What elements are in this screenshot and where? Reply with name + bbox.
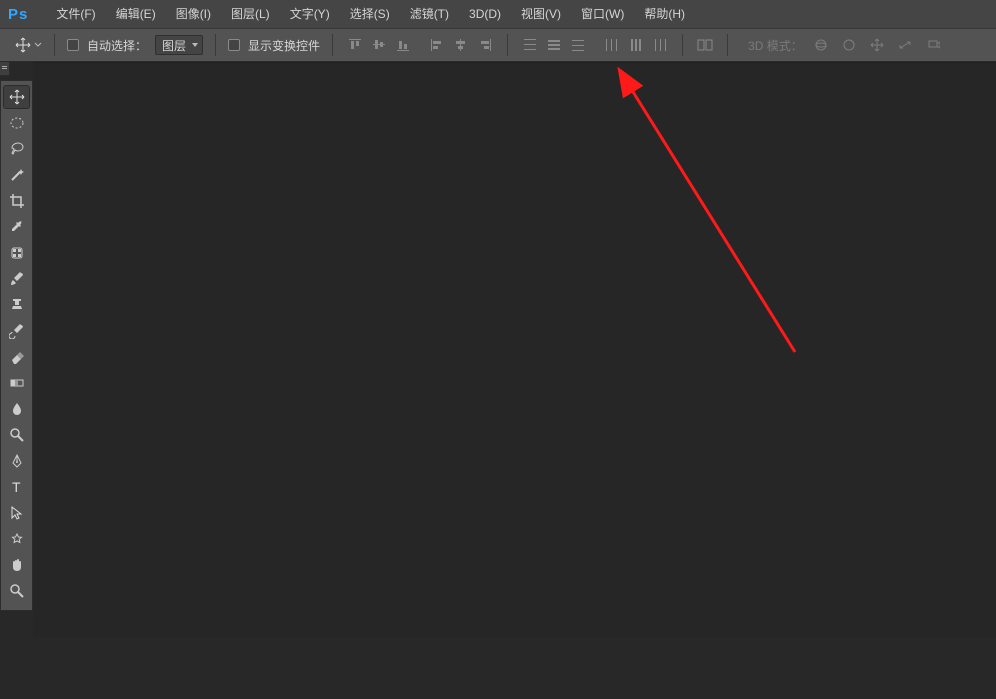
dist-vcenter-icon[interactable] xyxy=(544,35,564,55)
auto-align-icon[interactable] xyxy=(695,35,715,55)
dodge-tool[interactable] xyxy=(3,423,30,447)
distribute-group-2 xyxy=(602,35,670,55)
gradient-tool[interactable] xyxy=(3,371,30,395)
clone-stamp-tool[interactable] xyxy=(3,293,30,317)
dist-top-icon[interactable] xyxy=(520,35,540,55)
auto-select-label: 自动选择： xyxy=(87,37,147,54)
menu-image[interactable]: 图像(I) xyxy=(166,0,221,28)
menu-type[interactable]: 文字(Y) xyxy=(280,0,340,28)
3d-mode-group: 3D 模式： xyxy=(748,35,943,55)
shape-tool[interactable] xyxy=(3,527,30,551)
separator xyxy=(215,34,216,56)
svg-text:T: T xyxy=(12,479,21,495)
menu-bar: Ps 文件(F) 编辑(E) 图像(I) 图层(L) 文字(Y) 选择(S) 滤… xyxy=(0,0,996,28)
tools-panel: T xyxy=(0,80,33,611)
eyedropper-tool[interactable] xyxy=(3,215,30,239)
chevron-down-icon xyxy=(34,41,42,49)
align-bottom-icon[interactable] xyxy=(393,35,413,55)
align-group-2 xyxy=(427,35,495,55)
menu-select[interactable]: 选择(S) xyxy=(340,0,400,28)
menu-edit[interactable]: 编辑(E) xyxy=(106,0,166,28)
type-tool[interactable]: T xyxy=(3,475,30,499)
3d-pan-icon[interactable] xyxy=(867,35,887,55)
dist-right-icon[interactable] xyxy=(650,35,670,55)
options-bar: 自动选择： 图层 显示变换控件 3D 模式： xyxy=(0,28,996,62)
separator xyxy=(54,34,55,56)
3d-roll-icon[interactable] xyxy=(839,35,859,55)
menu-help[interactable]: 帮助(H) xyxy=(634,0,695,28)
align-vcenter-icon[interactable] xyxy=(369,35,389,55)
separator xyxy=(682,34,683,56)
move-tool[interactable] xyxy=(3,85,30,109)
align-top-icon[interactable] xyxy=(345,35,365,55)
3d-mode-label: 3D 模式： xyxy=(748,37,803,54)
menu-file[interactable]: 文件(F) xyxy=(46,0,105,28)
tool-preset-picker[interactable] xyxy=(14,36,42,54)
menu-layer[interactable]: 图层(L) xyxy=(221,0,280,28)
align-right-icon[interactable] xyxy=(475,35,495,55)
align-left-icon[interactable] xyxy=(427,35,447,55)
lasso-tool[interactable] xyxy=(3,137,30,161)
auto-select-dropdown[interactable]: 图层 xyxy=(155,35,203,55)
3d-orbit-icon[interactable] xyxy=(811,35,831,55)
show-transform-label: 显示变换控件 xyxy=(248,37,320,54)
dist-hcenter-icon[interactable] xyxy=(626,35,646,55)
dropdown-value: 图层 xyxy=(162,37,186,54)
blur-tool[interactable] xyxy=(3,397,30,421)
marquee-tool[interactable] xyxy=(3,111,30,135)
zoom-tool[interactable] xyxy=(3,579,30,603)
menu-filter[interactable]: 滤镜(T) xyxy=(400,0,459,28)
separator xyxy=(332,34,333,56)
3d-zoom-icon[interactable] xyxy=(923,35,943,55)
hand-tool[interactable] xyxy=(3,553,30,577)
pen-tool[interactable] xyxy=(3,449,30,473)
collapsed-panel-handle[interactable] xyxy=(0,62,10,76)
separator xyxy=(507,34,508,56)
menu-view[interactable]: 视图(V) xyxy=(511,0,571,28)
menu-3d[interactable]: 3D(D) xyxy=(459,0,511,28)
history-brush-tool[interactable] xyxy=(3,319,30,343)
dist-bottom-icon[interactable] xyxy=(568,35,588,55)
dist-left-icon[interactable] xyxy=(602,35,622,55)
brush-tool[interactable] xyxy=(3,267,30,291)
eraser-tool[interactable] xyxy=(3,345,30,369)
crop-tool[interactable] xyxy=(3,189,30,213)
separator xyxy=(727,34,728,56)
magic-wand-tool[interactable] xyxy=(3,163,30,187)
show-transform-checkbox[interactable] xyxy=(228,39,240,51)
menu-window[interactable]: 窗口(W) xyxy=(571,0,634,28)
path-selection-tool[interactable] xyxy=(3,501,30,525)
workspace-canvas[interactable] xyxy=(33,62,996,637)
healing-brush-tool[interactable] xyxy=(3,241,30,265)
distribute-group-1 xyxy=(520,35,588,55)
3d-slide-icon[interactable] xyxy=(895,35,915,55)
auto-select-checkbox[interactable] xyxy=(67,39,79,51)
align-group-1 xyxy=(345,35,413,55)
app-logo: Ps xyxy=(8,6,28,23)
move-icon xyxy=(14,36,32,54)
align-hcenter-icon[interactable] xyxy=(451,35,471,55)
